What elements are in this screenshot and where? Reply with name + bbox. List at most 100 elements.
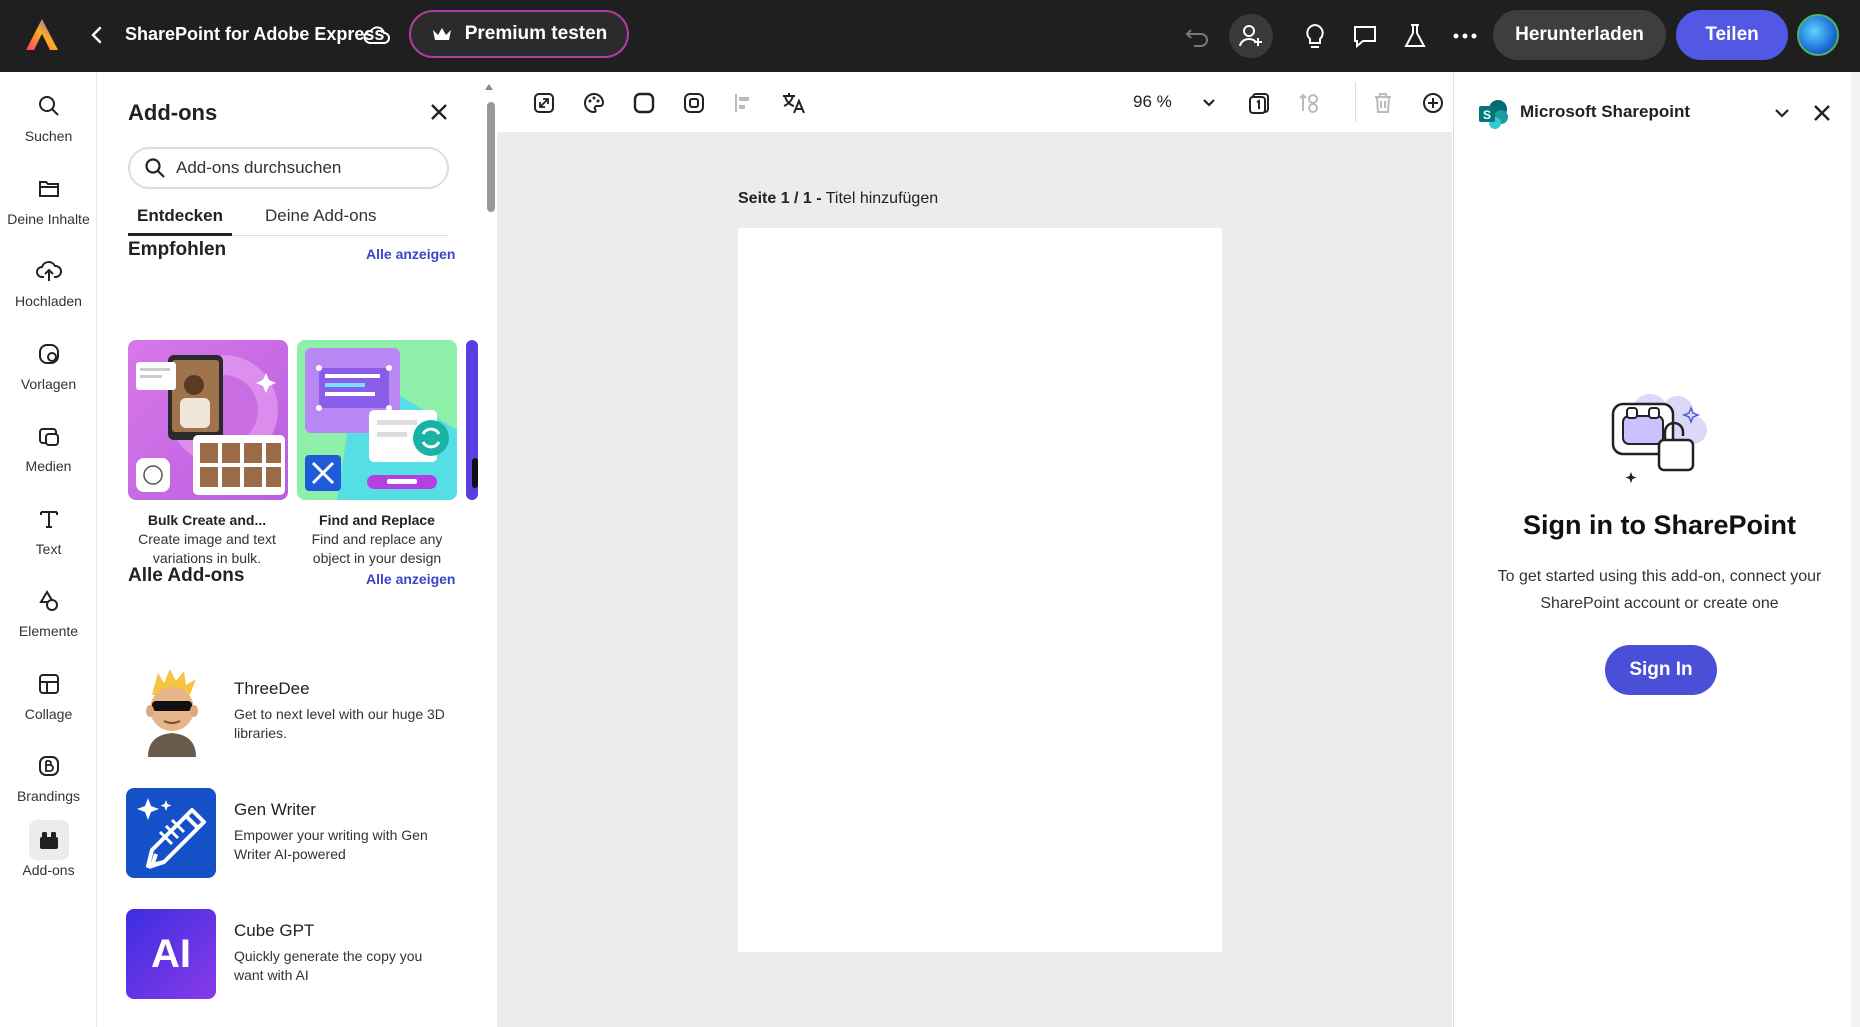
add-user-icon: [1238, 23, 1264, 49]
adobe-express-logo-icon[interactable]: [24, 17, 60, 53]
canvas-toolbar: 96 %: [497, 72, 1452, 132]
rail-label: Suchen: [24, 128, 73, 144]
recommended-see-all-link[interactable]: Alle anzeigen: [366, 246, 455, 262]
rail-item-media[interactable]: Medien: [0, 416, 97, 486]
collapse-chevron-icon[interactable]: [1771, 102, 1793, 124]
rail-item-brandings[interactable]: Brandings: [0, 746, 97, 816]
recommended-card-bulk-create[interactable]: [128, 340, 288, 500]
resize-icon[interactable]: [530, 89, 558, 117]
addon-item-cube-gpt[interactable]: AI Cube GPT Quickly generate the copy yo…: [126, 909, 456, 1001]
sign-in-description: To get started using this add-on, connec…: [1497, 568, 1822, 612]
window-scrollbar[interactable]: [1851, 72, 1860, 1027]
align-icon[interactable]: [730, 89, 758, 117]
sharepoint-panel-title: Microsoft Sharepoint: [1520, 102, 1691, 121]
rail-item-elements[interactable]: Elemente: [0, 581, 97, 651]
panel-title: Add-ons: [128, 100, 218, 125]
close-icon[interactable]: [427, 100, 451, 124]
download-button[interactable]: Herunterladen: [1493, 10, 1666, 60]
search-icon: [29, 86, 69, 126]
premium-trial-button[interactable]: Premium testen: [409, 10, 629, 58]
translate-icon[interactable]: [780, 89, 808, 117]
flask-labs-icon[interactable]: [1399, 20, 1431, 52]
user-avatar[interactable]: [1797, 14, 1839, 56]
recommended-card-partial[interactable]: [466, 340, 478, 500]
zoom-level[interactable]: 96 %: [1133, 92, 1172, 112]
addons-tabs: Entdecken Deine Add-ons: [128, 206, 449, 236]
undo-icon[interactable]: [1182, 20, 1214, 52]
page-number: Seite 1 / 1 -: [738, 190, 822, 207]
zoom-dropdown-chevron-icon[interactable]: [1195, 89, 1223, 117]
gen-writer-thumbnail: [126, 788, 216, 878]
addons-icon: [28, 820, 69, 860]
rail-item-upload[interactable]: Hochladen: [0, 251, 97, 321]
panel-scrollbar[interactable]: [484, 82, 494, 1027]
more-options-icon[interactable]: [1449, 20, 1481, 52]
addons-search-input[interactable]: Add-ons durchsuchen: [128, 147, 449, 189]
tab-your-addons[interactable]: Deine Add-ons: [265, 206, 377, 236]
recommended-title: Empfohlen: [128, 239, 227, 260]
layers-order-icon[interactable]: [1295, 89, 1323, 117]
crown-icon: [431, 25, 453, 43]
invite-user-button[interactable]: [1229, 14, 1273, 58]
share-button[interactable]: Teilen: [1676, 10, 1788, 60]
left-rail: Suchen Deine Inhalte Hochladen Vorlagen …: [0, 72, 97, 1027]
brand-icon: [29, 746, 69, 786]
addon-item-threedee[interactable]: ThreeDee Get to next level with our huge…: [126, 667, 456, 759]
rail-item-search[interactable]: Suchen: [0, 86, 97, 156]
color-palette-icon[interactable]: [580, 89, 608, 117]
elements-icon: [29, 581, 69, 621]
panel-scroll-thumb[interactable]: [487, 102, 495, 212]
top-bar: SharePoint for Adobe Express Premium tes…: [0, 0, 1860, 72]
card-description: Create image and text variations in bulk…: [122, 530, 292, 568]
collage-icon: [29, 664, 69, 704]
add-page-icon[interactable]: [1419, 89, 1447, 117]
delete-trash-icon[interactable]: [1369, 89, 1397, 117]
templates-icon: [29, 334, 69, 374]
all-addons-see-all-link[interactable]: Alle anzeigen: [366, 571, 455, 587]
sharepoint-logo-icon: S: [1478, 98, 1510, 130]
page-title-placeholder: Titel hinzufügen: [821, 190, 939, 207]
lightbulb-icon[interactable]: [1299, 20, 1331, 52]
tab-discover[interactable]: Entdecken: [128, 206, 232, 236]
sign-in-button[interactable]: Sign In: [1605, 645, 1717, 695]
upload-cloud-icon: [29, 251, 69, 291]
toolbar-divider: [1355, 82, 1356, 122]
back-chevron-icon[interactable]: [86, 24, 108, 46]
rail-label: Collage: [24, 706, 73, 722]
addon-item-gen-writer[interactable]: Gen Writer Empower your writing with Gen…: [126, 788, 456, 880]
rail-item-text[interactable]: Text: [0, 499, 97, 569]
scroll-up-arrow-icon[interactable]: [484, 82, 494, 92]
rail-label: Medien: [25, 458, 72, 474]
card-name: Bulk Create and...: [147, 512, 267, 528]
addon-description: Get to next level with our huge 3D libra…: [234, 706, 445, 741]
border-icon[interactable]: [680, 89, 708, 117]
addon-name: Cube GPT: [234, 921, 315, 940]
all-addons-title: Alle Add-ons: [128, 565, 245, 586]
card-partial-shape: [472, 458, 478, 488]
page-label[interactable]: Seite 1 / 1 - Titel hinzufügen: [738, 190, 938, 208]
card-desc-line: object in your design: [312, 550, 442, 566]
design-page[interactable]: [738, 228, 1222, 952]
shape-frame-icon[interactable]: [630, 89, 658, 117]
rail-item-templates[interactable]: Vorlagen: [0, 334, 97, 404]
recommended-card-find-replace[interactable]: [297, 340, 457, 500]
document-title[interactable]: SharePoint for Adobe Express: [125, 24, 384, 45]
rail-item-addons[interactable]: Add-ons: [0, 820, 97, 890]
svg-text:S: S: [1483, 108, 1491, 122]
addon-description: Empower your writing with Gen Writer AI-…: [234, 827, 428, 862]
pages-icon[interactable]: [1245, 89, 1273, 117]
folder-icon: [29, 169, 69, 209]
threedee-thumbnail: [126, 667, 216, 757]
addon-name: ThreeDee: [234, 679, 310, 698]
rail-item-your-content[interactable]: Deine Inhalte: [0, 169, 97, 239]
cloud-sync-icon[interactable]: [362, 22, 392, 48]
rail-label: Elemente: [18, 623, 79, 639]
comment-icon[interactable]: [1349, 20, 1381, 52]
rail-label: Vorlagen: [20, 376, 77, 392]
sign-in-illustration: [1605, 382, 1715, 492]
close-panel-icon[interactable]: [1811, 102, 1833, 124]
cube-gpt-thumbnail: AI: [126, 909, 216, 999]
rail-item-collage[interactable]: Collage: [0, 664, 97, 734]
rail-label: Hochladen: [15, 293, 82, 309]
card-name: Find and Replace: [319, 512, 435, 528]
